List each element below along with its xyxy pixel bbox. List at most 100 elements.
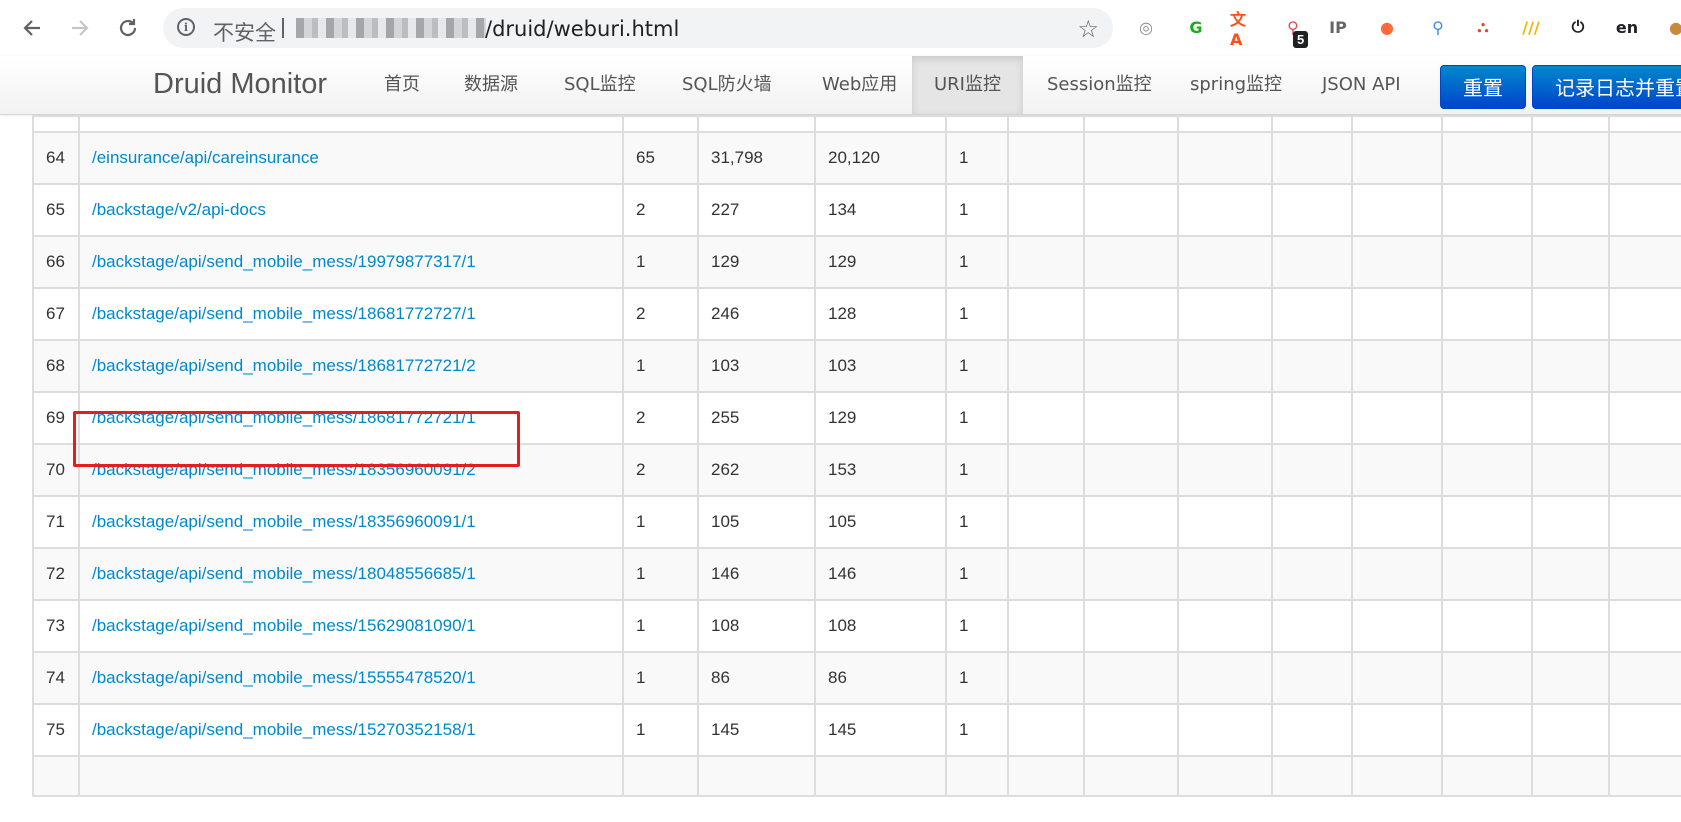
network-extension-icon[interactable]: ⛬ xyxy=(1470,14,1496,40)
empty-cell xyxy=(1608,443,1681,497)
stripes-extension-icon[interactable]: /// xyxy=(1518,14,1544,40)
table-row: 66/backstage/api/send_mobile_mess/199798… xyxy=(32,235,1681,289)
reload-icon[interactable] xyxy=(110,10,146,46)
nav-datasource[interactable]: 数据源 xyxy=(442,56,540,114)
uri-link[interactable]: /backstage/api/send_mobile_mess/19979877… xyxy=(92,252,476,271)
empty-cell xyxy=(1271,703,1353,757)
request-time-total-cell: 129 xyxy=(697,235,816,289)
uri-link[interactable]: /backstage/api/send_mobile_mess/18681772… xyxy=(92,408,476,427)
empty-cell xyxy=(1351,703,1443,757)
nav-uri-monitor[interactable]: URI监控 xyxy=(912,56,1023,114)
translate-extension-icon[interactable]: 文A xyxy=(1230,10,1256,49)
empty-cell xyxy=(1531,339,1610,393)
druid-navbar: Druid Monitor 首页 数据源 SQL监控 SQL防火墙 Web应用 URI监控… xyxy=(0,56,1681,115)
uri-link[interactable]: /backstage/api/send_mobile_mess/18048556… xyxy=(92,564,476,583)
table-cell xyxy=(1177,755,1273,797)
table-body: 64/einsurance/api/careinsurance 65 31,798 2… xyxy=(32,115,1681,797)
concurrent-max-cell: 1 xyxy=(945,131,1009,185)
empty-cell xyxy=(1177,235,1273,289)
empty-cell xyxy=(1177,495,1273,549)
nav-home[interactable]: 首页 xyxy=(362,56,442,114)
ip-extension-icon[interactable]: IP xyxy=(1325,14,1351,40)
uri-link-cell: /backstage/api/send_mobile_mess/15629081… xyxy=(78,599,624,653)
address-bar[interactable]: i 不安全 /druid/weburi.html ☆ xyxy=(163,8,1113,48)
empty-cell xyxy=(1351,547,1443,601)
empty-cell xyxy=(1271,391,1353,445)
cookie-extension-icon[interactable]: ● xyxy=(1663,14,1681,40)
nav-json-api[interactable]: JSON API xyxy=(1300,56,1423,114)
record-extension-icon[interactable]: ◎ xyxy=(1133,14,1159,40)
nav-web-app[interactable]: Web应用 xyxy=(800,56,919,114)
uri-link[interactable]: /backstage/api/send_mobile_mess/18681772… xyxy=(92,356,476,375)
uri-stat-table-container: 64/einsurance/api/careinsurance 65 31,798 2… xyxy=(32,115,1681,822)
empty-cell xyxy=(1351,391,1443,445)
uri-link-cell: /backstage/api/send_mobile_mess/18681772… xyxy=(78,287,624,341)
uri-link-cell: /backstage/api/send_mobile_mess/18681772… xyxy=(78,391,624,445)
back-arrow-icon[interactable] xyxy=(14,10,50,46)
row-number-cell: 75 xyxy=(32,703,80,757)
brand-title[interactable]: Druid Monitor xyxy=(153,68,327,101)
g-extension-icon[interactable]: G xyxy=(1183,14,1209,40)
empty-cell xyxy=(1083,183,1179,237)
log-and-reset-button[interactable]: 记录日志并重置 xyxy=(1532,65,1681,109)
empty-cell xyxy=(1007,599,1085,653)
empty-cell xyxy=(1531,183,1610,237)
uri-link[interactable]: /backstage/api/send_mobile_mess/15555478… xyxy=(92,668,476,687)
nav-sql-monitor[interactable]: SQL监控 xyxy=(542,56,658,114)
nav-session-monitor[interactable]: Session监控 xyxy=(1025,56,1174,114)
uri-link[interactable]: /backstage/v2/api-docs xyxy=(92,200,266,219)
empty-cell xyxy=(1441,235,1533,289)
empty-cell xyxy=(1531,287,1610,341)
uri-link[interactable]: /backstage/api/send_mobile_mess/18681772… xyxy=(92,304,476,323)
bookmark-star-icon[interactable]: ☆ xyxy=(1077,15,1099,44)
concurrent-max-cell: 1 xyxy=(945,547,1009,601)
nav-spring-monitor[interactable]: spring监控 xyxy=(1168,56,1304,114)
table-cell xyxy=(1351,115,1443,133)
info-icon[interactable]: i xyxy=(177,18,195,36)
uri-link-cell: /backstage/api/send_mobile_mess/18356960… xyxy=(78,495,624,549)
empty-cell xyxy=(1007,391,1085,445)
empty-cell xyxy=(1177,287,1273,341)
empty-cell xyxy=(1007,443,1085,497)
empty-cell xyxy=(1271,235,1353,289)
table-row: 71/backstage/api/send_mobile_mess/183569… xyxy=(32,495,1681,549)
rss-extension-icon[interactable]: ● xyxy=(1374,14,1400,40)
empty-cell xyxy=(1441,287,1533,341)
nav-sql-firewall[interactable]: SQL防火墙 xyxy=(660,56,794,114)
table-row: 65/backstage/v2/api-docs 2 227 134 1 xyxy=(32,183,1681,237)
table-row: 64/einsurance/api/careinsurance 65 31,798 2… xyxy=(32,131,1681,185)
table-cell xyxy=(697,755,816,797)
power-extension-icon[interactable]: ⏻ xyxy=(1565,14,1591,40)
uri-link-cell: /backstage/api/send_mobile_mess/18048556… xyxy=(78,547,624,601)
request-time-max-cell: 86 xyxy=(814,651,947,705)
request-count-cell: 2 xyxy=(622,183,699,237)
empty-cell xyxy=(1007,287,1085,341)
uri-link[interactable]: /backstage/api/send_mobile_mess/15629081… xyxy=(92,616,476,635)
empty-cell xyxy=(1083,235,1179,289)
empty-cell xyxy=(1608,235,1681,289)
table-row-partial xyxy=(32,115,1681,133)
uri-link[interactable]: /einsurance/api/careinsurance xyxy=(92,148,319,167)
empty-cell xyxy=(1441,495,1533,549)
table-cell xyxy=(1007,755,1085,797)
language-extension-icon[interactable]: en xyxy=(1614,14,1640,40)
uri-link[interactable]: /backstage/api/send_mobile_mess/15270352… xyxy=(92,720,476,739)
table-row: 73/backstage/api/send_mobile_mess/156290… xyxy=(32,599,1681,653)
uri-link[interactable]: /backstage/api/send_mobile_mess/18356960… xyxy=(92,460,476,479)
table-cell xyxy=(1271,755,1353,797)
pin-extension-icon[interactable]: ⚲ xyxy=(1425,14,1451,40)
uri-link[interactable]: /backstage/api/send_mobile_mess/18356960… xyxy=(92,512,476,531)
empty-cell xyxy=(1608,183,1681,237)
table-cell xyxy=(945,115,1009,133)
empty-cell xyxy=(1007,183,1085,237)
uri-link-cell: /einsurance/api/careinsurance xyxy=(78,131,624,185)
table-cell xyxy=(622,755,699,797)
empty-cell xyxy=(1083,703,1179,757)
empty-cell xyxy=(1608,391,1681,445)
empty-cell xyxy=(1271,443,1353,497)
reset-button[interactable]: 重置 xyxy=(1440,65,1526,109)
empty-cell xyxy=(1083,443,1179,497)
empty-cell xyxy=(1271,495,1353,549)
forward-arrow-icon[interactable] xyxy=(62,10,98,46)
empty-cell xyxy=(1177,131,1273,185)
